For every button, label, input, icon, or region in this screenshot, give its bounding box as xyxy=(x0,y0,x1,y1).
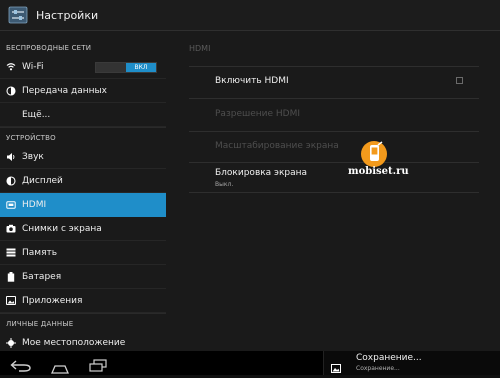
sidebar-item-storage[interactable]: Память xyxy=(0,241,166,265)
sidebar-item-label: Передача данных xyxy=(22,85,107,96)
sidebar-item-apps[interactable]: Приложения xyxy=(0,289,166,313)
hdmi-settings-panel: HDMI Включить HDMI Разрешение HDMI Масшт… xyxy=(166,31,500,351)
back-button[interactable] xyxy=(10,357,32,376)
pref-enable-hdmi[interactable]: Включить HDMI xyxy=(215,76,289,86)
divider xyxy=(189,192,479,193)
sidebar-item-label: Снимки с экрана xyxy=(22,223,102,234)
section-title: HDMI xyxy=(189,44,211,53)
divider xyxy=(189,162,479,163)
header-personal: ЛИЧНЫЕ ДАННЫЕ xyxy=(0,313,166,331)
pref-screen-scaling[interactable]: Масштабирование экрана xyxy=(215,141,339,151)
hdmi-icon xyxy=(6,200,16,210)
sidebar-item-wifi[interactable]: Wi-Fi ВКЛ xyxy=(0,55,166,79)
sidebar-item-label: Память xyxy=(22,247,58,258)
sidebar-item-label: Батарея xyxy=(22,271,62,282)
header-wireless: БЕСПРОВОДНЫЕ СЕТИ xyxy=(6,44,92,52)
pref-screen-lock-summary: Выкл. xyxy=(215,181,234,188)
pref-hdmi-resolution[interactable]: Разрешение HDMI xyxy=(215,109,300,119)
divider xyxy=(189,98,479,99)
notification-subtitle: Сохранение... xyxy=(356,365,400,372)
sidebar-item-data-usage[interactable]: Передача данных xyxy=(0,79,166,103)
app-title: Настройки xyxy=(36,8,99,22)
home-button[interactable] xyxy=(48,359,72,378)
header-device: УСТРОЙСТВО xyxy=(0,127,166,145)
sidebar-item-label: Ещё... xyxy=(22,109,51,120)
sidebar-item-label: Дисплей xyxy=(22,175,63,186)
sidebar-item-battery[interactable]: Батарея xyxy=(0,265,166,289)
settings-app-icon[interactable] xyxy=(8,6,28,24)
sidebar-item-location[interactable]: Мое местоположение xyxy=(0,331,166,351)
speaker-icon xyxy=(6,152,16,162)
storage-icon xyxy=(6,248,16,258)
divider xyxy=(189,66,479,67)
location-icon xyxy=(6,337,16,348)
divider xyxy=(189,131,479,132)
recent-apps-button[interactable] xyxy=(88,357,108,376)
data-usage-icon xyxy=(6,85,16,96)
notification-area[interactable]: Сохранение... Сохранение... xyxy=(323,351,500,375)
sidebar-item-label: Звук xyxy=(22,151,44,162)
sidebar-item-label: Приложения xyxy=(22,295,83,306)
wifi-toggle-on-label: ВКЛ xyxy=(126,63,156,72)
action-bar: Настройки xyxy=(0,0,500,31)
battery-icon xyxy=(6,271,16,282)
sidebar-item-label: Мое местоположение xyxy=(22,337,126,348)
sidebar-item-screenshots[interactable]: Снимки с экрана xyxy=(0,217,166,241)
wifi-toggle[interactable]: ВКЛ xyxy=(95,62,157,73)
pref-screen-lock[interactable]: Блокировка экрана xyxy=(215,168,307,178)
sidebar-item-more[interactable]: Ещё... xyxy=(0,103,166,127)
sidebar-item-sound[interactable]: Звук xyxy=(0,145,166,169)
watermark-text: mobiset.ru xyxy=(348,166,409,177)
sidebar-item-label: Wi-Fi xyxy=(22,61,44,72)
settings-sidebar: БЕСПРОВОДНЫЕ СЕТИ Wi-Fi ВКЛ Передача дан… xyxy=(0,31,166,351)
notification-title: Сохранение... xyxy=(356,353,422,363)
wifi-icon xyxy=(6,62,16,72)
sidebar-item-label: HDMI xyxy=(22,199,47,210)
sidebar-item-hdmi[interactable]: HDMI xyxy=(0,193,166,217)
sidebar-item-display[interactable]: Дисплей xyxy=(0,169,166,193)
camera-icon xyxy=(6,224,16,234)
apps-icon xyxy=(6,296,16,306)
watermark-phone-icon xyxy=(359,139,389,169)
picture-icon xyxy=(331,358,341,373)
enable-hdmi-checkbox[interactable] xyxy=(456,77,463,84)
display-icon xyxy=(6,175,16,186)
